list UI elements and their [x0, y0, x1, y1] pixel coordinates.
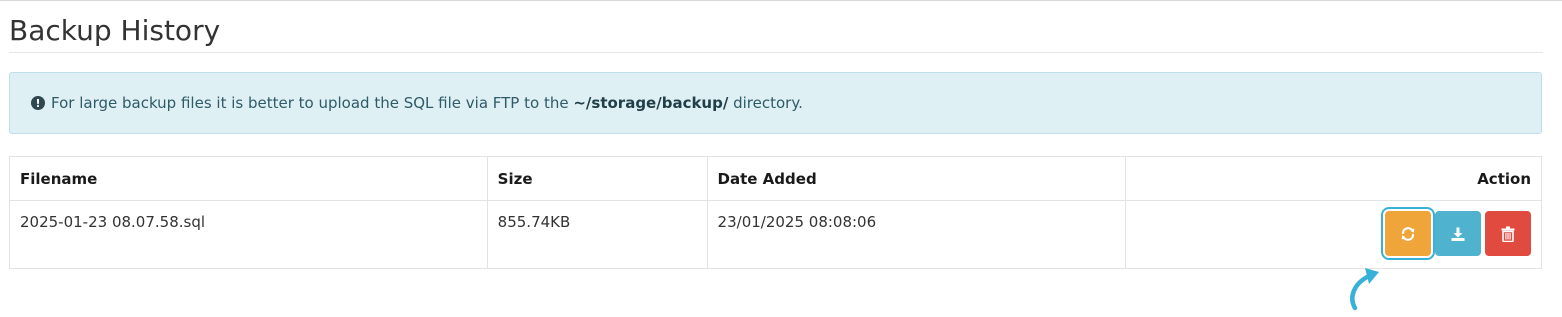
cell-filename: 2025-01-23 08.07.58.sql [9, 200, 488, 269]
pointer-arrow-icon [1350, 268, 1379, 311]
info-alert: ! For large backup files it is better to… [9, 72, 1542, 134]
column-header-size[interactable]: Size [486, 156, 708, 201]
alert-text-before: For large backup files it is better to u… [51, 94, 569, 112]
column-header-action: Action [1125, 156, 1542, 201]
alert-path: ~/storage/backup/ [573, 94, 729, 112]
cell-date-added: 23/01/2025 08:08:06 [706, 200, 1127, 269]
refresh-icon [1401, 226, 1415, 241]
download-button[interactable] [1435, 211, 1481, 256]
page-title: Backup History [9, 14, 221, 47]
restore-button[interactable] [1385, 211, 1431, 256]
column-header-filename[interactable]: Filename [9, 156, 488, 201]
title-divider [9, 52, 1543, 53]
backup-history-table: Filename Size Date Added Action 2025-01-… [9, 156, 1542, 269]
table-row: 2025-01-23 08.07.58.sql 855.74KB 23/01/2… [9, 200, 1542, 269]
alert-text-after: directory. [733, 94, 803, 112]
column-header-date-added[interactable]: Date Added [706, 156, 1127, 201]
exclamation-circle-icon: ! [31, 96, 45, 110]
table-header-row: Filename Size Date Added Action [9, 156, 1542, 201]
top-border [0, 0, 1562, 1]
download-icon [1451, 227, 1465, 241]
trash-icon [1501, 226, 1515, 242]
cell-actions [1125, 200, 1542, 269]
cell-size: 855.74KB [486, 200, 708, 269]
delete-button[interactable] [1485, 211, 1531, 256]
